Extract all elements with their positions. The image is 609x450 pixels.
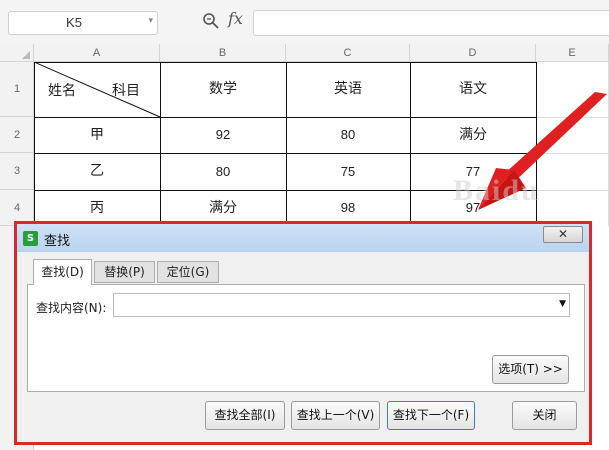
name-cell[interactable]: 乙 [34, 153, 160, 190]
fx-icon[interactable]: fx [228, 9, 243, 28]
subject-header[interactable]: 英语 [286, 62, 410, 117]
corner-label-name: 姓名 [48, 83, 76, 99]
tab-goto[interactable]: 定位(G) [157, 261, 219, 283]
row-header[interactable]: 1 [0, 62, 34, 117]
row-header[interactable]: 2 [0, 117, 34, 153]
zoom-icon[interactable] [202, 12, 220, 30]
find-input[interactable]: ▼ [113, 293, 570, 317]
column-headers: A B C D E [0, 44, 609, 62]
close-button[interactable]: 关闭 [512, 401, 577, 430]
column-header[interactable]: C [286, 44, 410, 62]
tab-replace[interactable]: 替换(P) [94, 261, 155, 283]
dialog-title: 查找 [44, 234, 71, 249]
formula-bar: K5 ▾ fx [0, 0, 609, 44]
cell-reference[interactable]: K5 [9, 12, 139, 34]
dialog-titlebar[interactable]: S 查找 ✕ [17, 224, 589, 252]
score-cell[interactable]: 92 [160, 117, 286, 153]
score-cell[interactable]: 75 [286, 153, 410, 190]
find-previous-button[interactable]: 查找上一个(V) [291, 401, 380, 430]
app-logo-icon: S [23, 231, 38, 246]
score-cell[interactable]: 80 [160, 153, 286, 190]
close-icon[interactable]: ✕ [543, 226, 583, 243]
score-cell[interactable]: 80 [286, 117, 410, 153]
corner-label-subject: 科目 [112, 83, 140, 99]
subject-header[interactable]: 数学 [160, 62, 286, 117]
column-header[interactable]: B [160, 44, 286, 62]
find-panel: 查找内容(N): ▼ 选项(T) >> [27, 284, 585, 392]
find-label: 查找内容(N): [36, 301, 107, 315]
name-box[interactable]: K5 ▾ [8, 11, 158, 35]
watermark: Baidu [453, 174, 540, 207]
column-header[interactable]: E [536, 44, 609, 62]
options-button[interactable]: 选项(T) >> [492, 355, 569, 384]
tab-find[interactable]: 查找(D) [33, 259, 92, 285]
column-header[interactable]: A [34, 44, 160, 62]
select-all-corner[interactable] [0, 44, 34, 62]
chevron-down-icon[interactable]: ▾ [148, 16, 153, 26]
formula-input[interactable] [253, 10, 609, 36]
find-all-button[interactable]: 查找全部(I) [205, 401, 285, 430]
dropdown-icon[interactable]: ▼ [559, 299, 566, 309]
find-next-button[interactable]: 查找下一个(F) [387, 401, 475, 430]
row-header[interactable]: 3 [0, 153, 34, 190]
name-cell[interactable]: 甲 [34, 117, 160, 153]
find-dialog: S 查找 ✕ 查找(D) 替换(P) 定位(G) 查找内容(N): ▼ 选项(T… [17, 224, 589, 442]
column-header[interactable]: D [410, 44, 536, 62]
